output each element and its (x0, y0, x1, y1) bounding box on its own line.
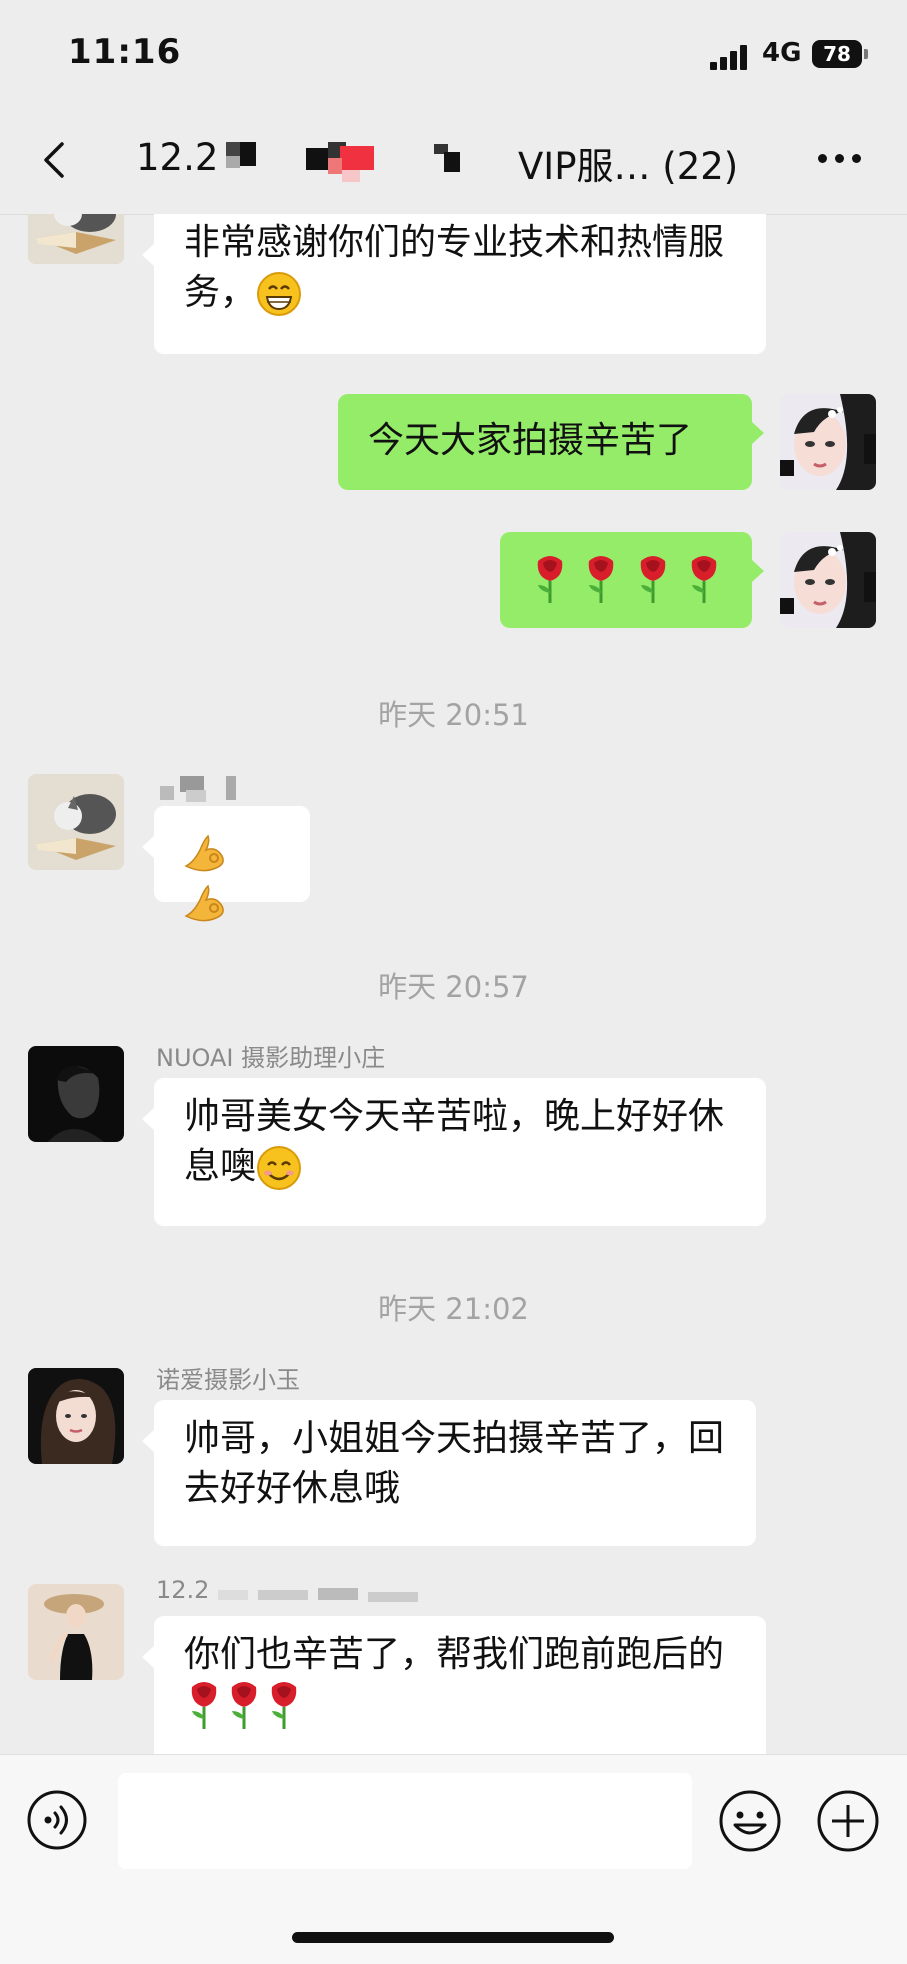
sender-name-prefix: 12.2 (156, 1576, 210, 1604)
message-bubble[interactable]: 你们也辛苦了，帮我们跑前跑后的 (142, 1616, 766, 1754)
signal-icon (710, 44, 754, 70)
smile-emoji (257, 1146, 302, 1190)
rose-emoji (640, 556, 666, 603)
rose-emoji (692, 556, 717, 603)
avatar-woman-hat[interactable] (28, 1584, 124, 1680)
more-icon[interactable] (818, 154, 862, 166)
back-icon[interactable] (36, 140, 76, 180)
timestamp: 昨天 20:57 (378, 970, 529, 1004)
message-bubble-outgoing[interactable] (500, 532, 764, 628)
avatar-woman[interactable] (28, 1368, 124, 1464)
ok-hand-emoji (184, 834, 224, 872)
redacted-sender-name (160, 774, 244, 804)
message-bubble[interactable]: 非常感谢你们的专业技术和热情服务， (142, 214, 766, 354)
sender-name: NUOAI 摄影助理小庄 (156, 1044, 386, 1072)
nav-bar: 12.2 VIP服… (22) (0, 110, 907, 215)
redacted-block (218, 1586, 428, 1604)
redacted-block (434, 144, 462, 174)
redacted-block (226, 142, 256, 180)
avatar-cat[interactable] (28, 774, 124, 870)
voice-icon[interactable] (26, 1789, 88, 1851)
battery-icon: 78 (812, 40, 862, 68)
title-suffix: VIP服… (22) (518, 145, 739, 188)
grin-emoji (257, 272, 302, 316)
sender-name: 诺爱摄影小玉 (156, 1366, 300, 1394)
home-indicator[interactable] (292, 1932, 614, 1943)
rose-emoji (191, 1682, 217, 1729)
message-bubble-outgoing[interactable]: 今天大家拍摄辛苦了 (338, 394, 764, 490)
rose-emoji-row (530, 554, 726, 605)
ok-hand-emoji (184, 884, 224, 922)
emoji-face-icon[interactable] (718, 1789, 782, 1853)
rose-emoji (231, 1682, 257, 1729)
message-bubble[interactable] (142, 806, 310, 922)
plus-icon[interactable] (816, 1789, 880, 1853)
avatar-man[interactable] (28, 1046, 124, 1142)
timestamp: 昨天 21:02 (378, 1292, 529, 1326)
avatar-self[interactable] (780, 532, 876, 628)
rose-emoji (271, 1682, 297, 1729)
title-prefix: 12.2 (136, 136, 219, 179)
avatar-cat[interactable] (28, 214, 124, 264)
sender-name: 12.2 (156, 1576, 436, 1608)
message-bubble[interactable]: 帅哥，小姐姐今天拍摄辛苦了，回去好好休息哦 (142, 1400, 756, 1546)
status-bar: 11:16 4G 78 (0, 0, 907, 110)
input-bar (0, 1754, 907, 1964)
message-text: 你们也辛苦了，帮我们跑前跑后的 (184, 1634, 725, 1675)
chat-title[interactable]: 12.2 VIP服… (22) (110, 136, 760, 188)
network-type: 4G (762, 38, 802, 68)
redacted-block (306, 142, 376, 182)
message-text: 帅哥，小姐姐今天拍摄辛苦了，回去好好休息哦 (184, 1418, 725, 1509)
message-text: 今天大家拍摄辛苦了 (368, 420, 693, 461)
ok-hand-emoji-row (182, 826, 284, 926)
chat-area[interactable]: 非常感谢你们的专业技术和热情服务， 今天大家拍摄辛苦了 昨天 20:51 昨天 … (0, 214, 907, 1754)
message-input[interactable] (118, 1773, 692, 1869)
status-time: 11:16 (68, 32, 182, 72)
message-bubble[interactable]: 帅哥美女今天辛苦啦，晚上好好休息噢 (142, 1078, 766, 1226)
rose-emoji (589, 556, 614, 603)
battery-tip (864, 49, 868, 59)
timestamp: 昨天 20:51 (378, 698, 529, 732)
rose-emoji (537, 556, 563, 603)
avatar-self[interactable] (780, 394, 876, 490)
